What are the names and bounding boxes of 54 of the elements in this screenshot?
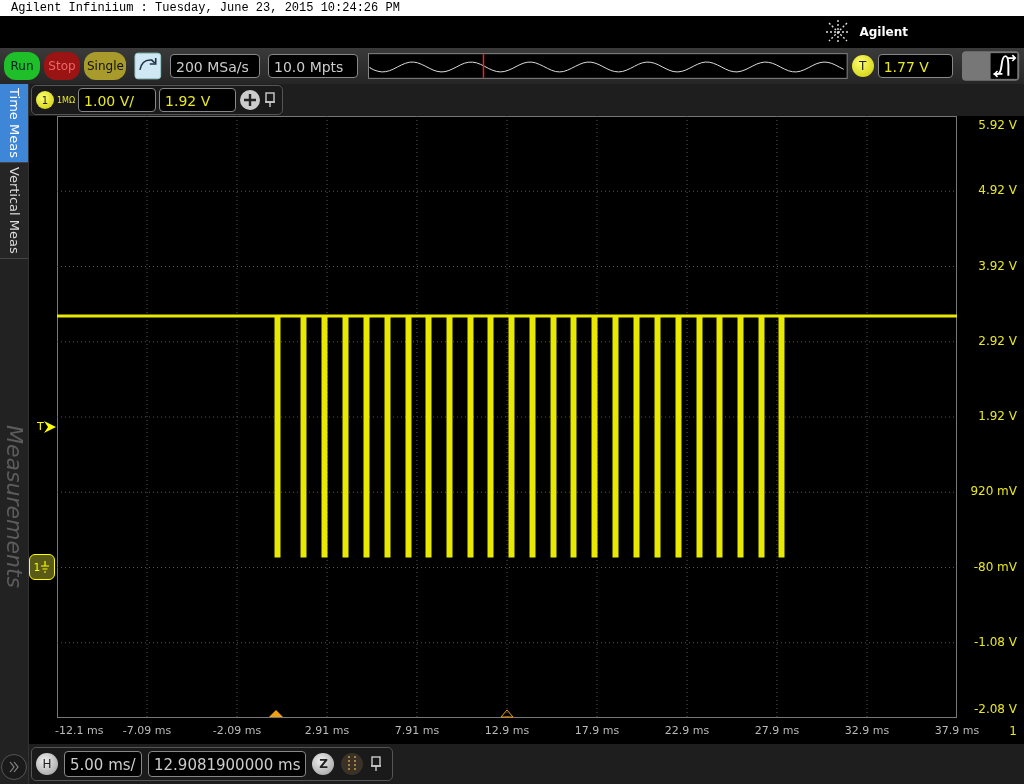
voltage-label: 2.92 V bbox=[978, 333, 1017, 348]
time-label: 37.9 ms bbox=[934, 724, 980, 737]
voltage-label: 920 mV bbox=[970, 484, 1017, 499]
time-label: 2.91 ms bbox=[304, 724, 350, 737]
channel-label: 1 bbox=[1009, 724, 1017, 738]
trigger-level-field[interactable]: 1.77 V bbox=[877, 54, 953, 78]
channel-ground-marker[interactable]: 1 bbox=[29, 554, 55, 580]
voltage-label: 3.92 V bbox=[978, 258, 1017, 273]
add-icon[interactable] bbox=[239, 89, 262, 111]
time-label: 22.9 ms bbox=[664, 724, 710, 737]
time-label: 12.9 ms bbox=[484, 724, 530, 737]
time-scale-field[interactable]: 5.00 ms/ bbox=[64, 751, 142, 777]
ground-icon bbox=[40, 561, 51, 573]
double-chevron-icon bbox=[7, 760, 21, 774]
voltage-label: 5.92 V bbox=[978, 118, 1017, 132]
brand-name: Agilent bbox=[859, 25, 908, 39]
trigger-marker-label: T bbox=[37, 420, 44, 433]
pin-icon[interactable] bbox=[370, 756, 383, 772]
side-tab[interactable]: Time Meas bbox=[0, 84, 28, 163]
refresh-icon[interactable] bbox=[134, 52, 163, 80]
acquisition-button[interactable]: Single bbox=[84, 52, 127, 80]
channel-offset-field[interactable]: 1.92 V bbox=[159, 88, 237, 112]
horizontal-badge[interactable]: H bbox=[36, 753, 58, 775]
trigger-badge[interactable]: T bbox=[851, 55, 874, 77]
time-label: -7.09 ms bbox=[122, 724, 172, 737]
time-label: 27.9 ms bbox=[754, 724, 800, 737]
acquisition-button[interactable]: Run bbox=[4, 52, 40, 80]
voltage-label: 1.92 V bbox=[978, 409, 1017, 423]
arrow-icon[interactable] bbox=[43, 420, 56, 433]
time-label: 7.91 ms bbox=[394, 724, 440, 737]
time-label: -2.09 ms bbox=[212, 724, 262, 737]
voltage-label: -2.08 V bbox=[973, 702, 1017, 716]
time-reference-marker bbox=[500, 709, 514, 718]
zoom-button[interactable]: Z bbox=[312, 753, 335, 775]
channel-scale-field[interactable]: 1.00 V/ bbox=[78, 88, 157, 112]
sample-rate-field[interactable]: 200 MSa/s bbox=[170, 54, 260, 78]
impedance-label: 1MΩ bbox=[57, 95, 76, 105]
time-label: 32.9 ms bbox=[844, 724, 890, 737]
edge-trigger-icon[interactable] bbox=[960, 50, 1020, 82]
memory-depth-field[interactable]: 10.0 Mpts bbox=[268, 54, 358, 78]
voltage-label: 4.92 V bbox=[978, 183, 1017, 198]
expand-button[interactable] bbox=[1, 754, 27, 780]
pin-icon[interactable] bbox=[264, 92, 277, 108]
time-label: -12.1 ms bbox=[55, 724, 104, 737]
voltage-label: -80 mV bbox=[973, 559, 1017, 574]
time-position-field[interactable]: 12.9081900000 ms bbox=[148, 751, 307, 777]
channel-badge[interactable]: 1 bbox=[36, 91, 54, 109]
panel-title: Measurements bbox=[1, 424, 27, 588]
ruler-icon[interactable] bbox=[340, 752, 365, 776]
channel-marker-label: 1 bbox=[33, 561, 41, 573]
voltage-label: -1.08 V bbox=[973, 634, 1017, 649]
time-label: 17.9 ms bbox=[574, 724, 620, 737]
waveform-overview[interactable] bbox=[368, 53, 848, 79]
window-title: Agilent Infiniium : Tuesday, June 23, 2015 10:24:26 PM bbox=[0, 0, 1024, 16]
